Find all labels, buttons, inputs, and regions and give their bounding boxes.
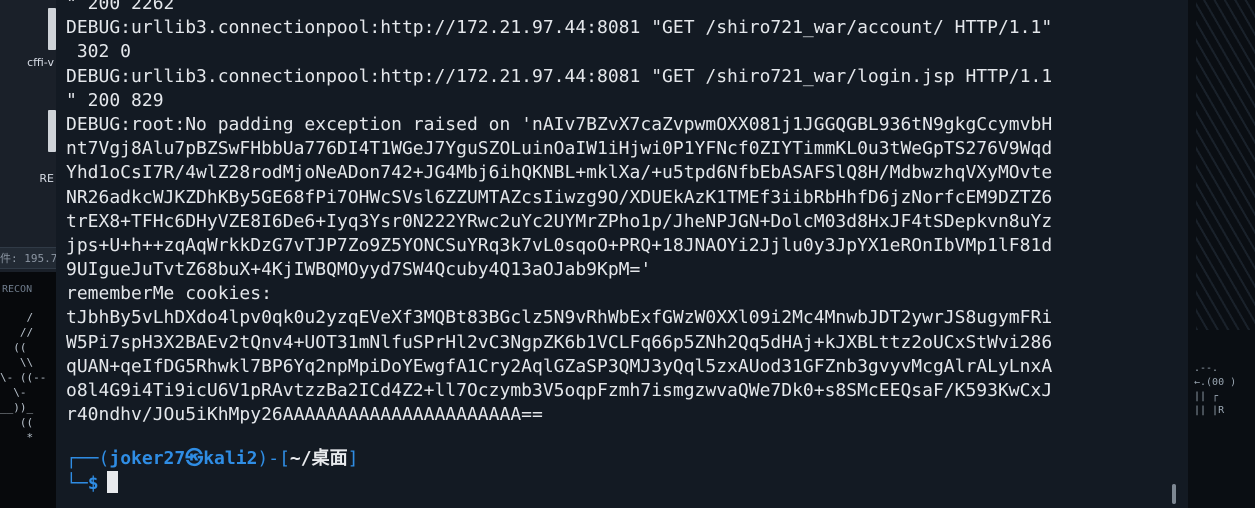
- file-path-fragment: 件: 195.7: [0, 247, 56, 269]
- desktop-item-label[interactable]: cffi-v: [0, 56, 56, 69]
- prompt-input-line[interactable]: └─$: [66, 471, 118, 496]
- terminal-line: o8l4G9i4Ti9icU6V1pRAvtzzBa2ICd4Z2+ll7Ocz…: [66, 380, 1053, 401]
- recon-wallpaper: RECON / // (( \\ \- ((-- \- __))_ (( *: [0, 272, 56, 508]
- prompt-line: ┌──(joker27㉿kali2)-[~/桌面]: [66, 447, 358, 471]
- terminal-line: DEBUG:urllib3.connectionpool:http://172.…: [66, 65, 1053, 87]
- terminal-line: NR26adkcWJKZDhKBy5GE68fPi7OHWcSVsl6ZZUMT…: [66, 186, 1053, 208]
- terminal-line: DEBUG:root:No padding exception raised o…: [66, 113, 1053, 135]
- terminal-line: qUAN+qeIfDG5Rhwkl7BP6Yq2npMpiDoYEwgfA1Cr…: [66, 355, 1053, 377]
- prompt-frame-open: ┌──(: [66, 448, 110, 469]
- prompt-directory: ~/桌面: [289, 448, 348, 469]
- terminal-line: 302 0: [66, 41, 132, 63]
- desktop-left-panel: cffi-v RE 件: 195.7 RECON / // (( \\ \- (…: [0, 0, 56, 508]
- terminal-window[interactable]: " 200 2262 DEBUG:urllib3.connectionpool:h…: [56, 0, 1188, 508]
- recon-label: RECON: [2, 284, 33, 295]
- prompt-dollar: $: [87, 473, 99, 494]
- file-icon[interactable]: [48, 110, 56, 152]
- terminal-line: tJbhBy5vLhDXdo4lpv0qk0u2yzqEVeXf3MQBt83B…: [66, 307, 1053, 329]
- terminal-line: " 200 829: [66, 89, 164, 111]
- file-icon[interactable]: [48, 8, 56, 50]
- terminal-line: 9UIgueJuTvtZ68buX+4KjIWBQMOyyd7SW4Qcuby4…: [66, 259, 652, 281]
- terminal-line: nt7Vgj8Alu7pBZSwFHbbUa776DI4T1WGeJ7YguSZ…: [66, 138, 1053, 160]
- desktop: cffi-v RE 件: 195.7 RECON / // (( \\ \- (…: [0, 0, 1255, 508]
- terminal-line: r40ndhv/JOu5iKhMpy26AAAAAAAAAAAAAAAAAAAA…: [66, 404, 543, 426]
- terminal-line: Yhd1oCsI7R/4wlZ28rodMjoNeADon742+JG4Mbj6…: [66, 162, 1053, 184]
- terminal-line: " 200 2262: [66, 0, 175, 14]
- terminal-line: trEX8+TFHc6DHyVZE8I6De6+Iyq3Ysr0N222YRwc…: [66, 210, 1053, 232]
- prompt-frame-close: ]: [347, 448, 359, 469]
- text-cursor[interactable]: [106, 471, 118, 493]
- prompt-user-host: joker27㉿kali2: [109, 448, 258, 469]
- terminal-line: W5Pi7spH3X2BAEv2tQnv4+UOT31mNlfuSPrHl2vC…: [66, 331, 1053, 353]
- terminal-line: rememberMe cookies:: [66, 283, 272, 305]
- terminal-output: " 200 2262 DEBUG:urllib3.connectionpool:h…: [66, 0, 1052, 427]
- terminal-line: jps+U+h++zqAqWrkkDzG7vTJP7Zo9Z5YONCSuYRq…: [66, 234, 1053, 256]
- ascii-face-art: .--. ←.(00 ) || ┌ || |R: [1194, 363, 1237, 416]
- desktop-right-panel: .--. ←.(00 ) || ┌ || |R: [1188, 0, 1255, 508]
- terminal-scrollbar[interactable]: [1172, 484, 1176, 504]
- desktop-item-label[interactable]: RE: [0, 172, 56, 185]
- ascii-art: / // (( \\ \- ((-- \- __))_ (( *: [0, 311, 47, 444]
- prompt-corner: └─: [66, 473, 88, 494]
- decorative-pattern: [1196, 0, 1255, 330]
- terminal-line: DEBUG:urllib3.connectionpool:http://172.…: [66, 17, 1053, 39]
- prompt-frame-mid: )-[: [257, 448, 290, 469]
